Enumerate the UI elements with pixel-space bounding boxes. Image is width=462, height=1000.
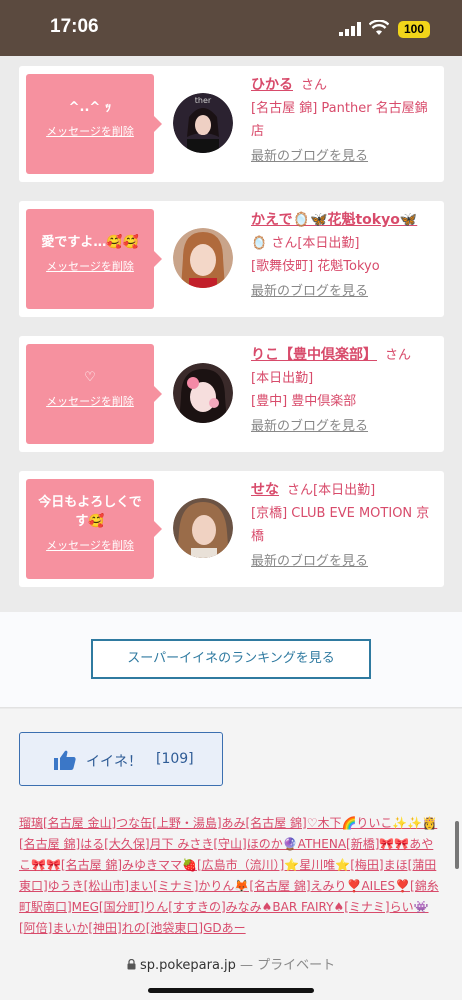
message-text: ♡ xyxy=(84,370,96,385)
cast-info: せな さん[本日出勤] [京橋] CLUB EVE MOTION 京橋 最新のブロ… xyxy=(251,479,439,573)
cast-honorific: さん xyxy=(301,78,328,93)
latest-blog-link[interactable]: 最新のブログを見る xyxy=(251,280,439,303)
url-display[interactable]: sp.pokepara.jp — プライベート xyxy=(0,954,462,973)
shop-info: [歌舞伎町] 花魁Tokyo xyxy=(251,259,380,274)
latest-blog-link[interactable]: 最新のブログを見る xyxy=(251,550,439,573)
latest-blog-link[interactable]: 最新のブログを見る xyxy=(251,415,439,438)
url-host: sp.pokepara.jp xyxy=(139,958,236,973)
battery-icon: 100 xyxy=(398,21,430,38)
message-bubble: ^..^ ｯ メッセージを削除 xyxy=(26,74,162,174)
avatar[interactable]: ther xyxy=(173,93,233,153)
browser-url-bar[interactable]: sp.pokepara.jp — プライベート xyxy=(0,940,462,1000)
message-card: 愛ですよ…🥰🥰 メッセージを削除 かえで🪞🦋花魁tokyo🦋 🪞 さん[本日出勤… xyxy=(19,201,444,317)
avatar[interactable] xyxy=(173,363,233,423)
shop-info: [京橋] CLUB EVE MOTION 京橋 xyxy=(251,506,430,544)
svg-text:ther: ther xyxy=(195,96,212,105)
message-text: 愛ですよ…🥰🥰 xyxy=(41,235,139,250)
avatar[interactable] xyxy=(173,498,233,558)
like-button[interactable]: イイネ！ [109] xyxy=(19,732,223,786)
delete-message-link[interactable]: メッセージを削除 xyxy=(46,258,134,274)
delete-message-link[interactable]: メッセージを削除 xyxy=(46,393,134,409)
likers-text[interactable]: 瑠璃[名古屋 金山]つな缶[上野・湯島]あみ[名古屋 錦]♡木下🌈りいこ✨✨👸[… xyxy=(19,816,439,935)
wifi-icon xyxy=(369,20,389,35)
thumbs-up-icon xyxy=(54,750,76,770)
cast-honorific: さん[本日出勤] xyxy=(287,483,376,498)
cast-name-link[interactable]: せな xyxy=(251,482,279,498)
latest-blog-link[interactable]: 最新のブログを見る xyxy=(251,145,439,168)
cast-name-link[interactable]: かえで🪞🦋花魁tokyo🦋 xyxy=(251,212,417,228)
message-text: ^..^ ｯ xyxy=(68,100,112,115)
super-like-ranking-button[interactable]: スーパーイイネのランキングを見る xyxy=(91,639,371,679)
message-bubble: ♡ メッセージを削除 xyxy=(26,344,162,444)
avatar[interactable] xyxy=(173,228,233,288)
like-label: イイネ！ xyxy=(86,754,142,770)
delete-message-link[interactable]: メッセージを削除 xyxy=(46,123,134,139)
message-card: ^..^ ｯ メッセージを削除 ther ひかる さん [名古屋 錦] Panth… xyxy=(19,66,444,182)
home-indicator[interactable] xyxy=(148,988,314,993)
status-bar: 17:06 100 xyxy=(0,0,462,56)
message-text: 今日もよろしくです🥰 xyxy=(38,495,142,529)
delete-message-link[interactable]: メッセージを削除 xyxy=(46,537,134,553)
message-bubble: 愛ですよ…🥰🥰 メッセージを削除 xyxy=(26,209,162,309)
cellular-signal-icon xyxy=(339,22,361,36)
shop-info: [名古屋 錦] Panther 名古屋錦店 xyxy=(251,101,428,139)
shop-info: [本日出勤] [豊中] 豊中倶楽部 xyxy=(251,371,357,409)
ranking-section: スーパーイイネのランキングを見る xyxy=(0,612,462,708)
cast-honorific: さん xyxy=(385,348,412,363)
like-count: [109] xyxy=(156,751,194,767)
cast-info: かえで🪞🦋花魁tokyo🦋 🪞 さん[本日出勤] [歌舞伎町] 花魁Tokyo … xyxy=(251,209,439,303)
message-card: 今日もよろしくです🥰 メッセージを削除 せな さん[本日出勤] [京橋] CLUB… xyxy=(19,471,444,587)
cast-info: りこ【豊中倶楽部】 さん [本日出勤] [豊中] 豊中倶楽部 最新のブログを見る xyxy=(251,344,439,438)
status-time: 17:06 xyxy=(50,16,99,37)
message-list: ^..^ ｯ メッセージを削除 ther ひかる さん [名古屋 錦] Panth… xyxy=(0,56,462,612)
cast-name-link[interactable]: ひかる xyxy=(251,77,293,93)
cast-honorific: 🪞 さん[本日出勤] xyxy=(251,236,360,251)
message-card: ♡ メッセージを削除 りこ【豊中倶楽部】 さん [本日出勤] [豊中] 豊中倶楽部… xyxy=(19,336,444,452)
likers-list[interactable]: 瑠璃[名古屋 金山]つな缶[上野・湯島]あみ[名古屋 錦]♡木下🌈りいこ✨✨👸[… xyxy=(19,813,439,939)
lock-icon xyxy=(127,958,136,970)
scrollbar[interactable] xyxy=(455,821,459,869)
cast-info: ひかる さん [名古屋 錦] Panther 名古屋錦店 最新のブログを見る xyxy=(251,74,439,168)
cast-name-link[interactable]: りこ【豊中倶楽部】 xyxy=(251,347,377,363)
message-bubble: 今日もよろしくです🥰 メッセージを削除 xyxy=(26,479,162,579)
private-mode-label: — プライベート xyxy=(240,958,336,973)
